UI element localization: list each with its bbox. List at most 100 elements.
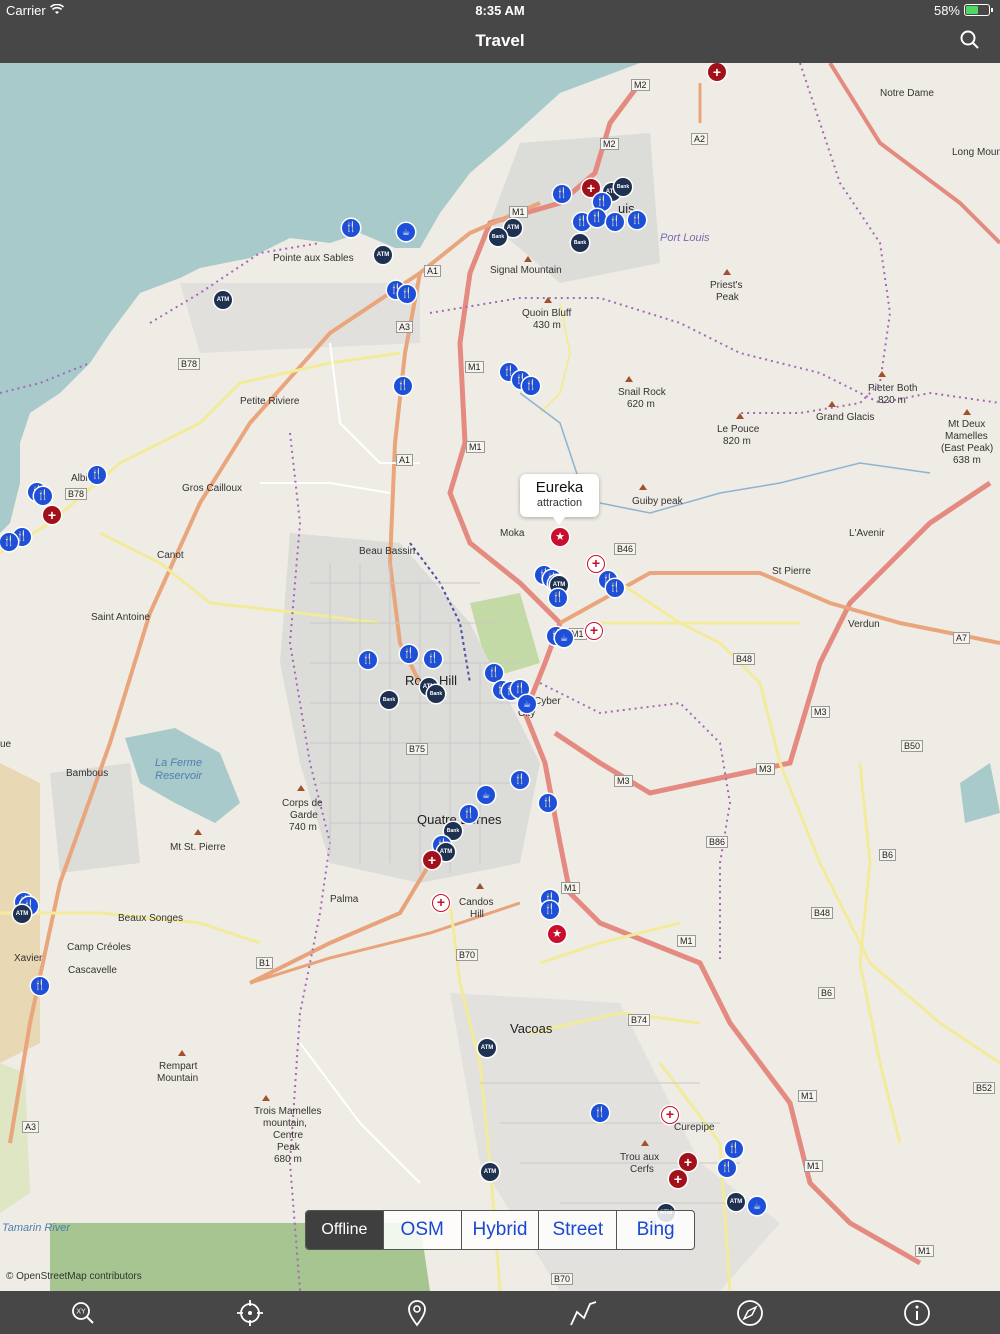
restaurant-poi-icon[interactable]: 🍴 xyxy=(541,901,559,919)
locate-me-icon[interactable] xyxy=(235,1298,265,1328)
cafe-poi-icon[interactable]: ☕ xyxy=(477,786,495,804)
restaurant-poi-icon[interactable]: 🍴 xyxy=(511,771,529,789)
restaurant-poi-icon[interactable]: 🍴 xyxy=(606,213,624,231)
peak-icon xyxy=(262,1095,270,1101)
info-icon[interactable] xyxy=(902,1298,932,1328)
clinic-poi-icon[interactable]: + xyxy=(585,622,603,640)
app-root: Carrier 8:35 AM 58% Travel Notre Dame Lo… xyxy=(0,0,1000,1334)
restaurant-poi-icon[interactable]: 🍴 xyxy=(359,651,377,669)
road-shield: B78 xyxy=(178,358,201,370)
hospital-poi-icon[interactable]: + xyxy=(708,63,726,81)
restaurant-poi-icon[interactable]: 🍴 xyxy=(591,1104,609,1122)
place-label-verdun: Verdun xyxy=(848,619,880,630)
atm-poi-icon[interactable]: ATM xyxy=(478,1039,496,1057)
place-label-curepipe: Curepipe xyxy=(674,1122,715,1133)
callout-subtitle: attraction xyxy=(536,497,583,509)
attraction-poi-icon[interactable]: ★ xyxy=(551,528,569,546)
road-shield: B6 xyxy=(879,849,897,861)
road-shield: M1 xyxy=(466,441,485,453)
place-label-trois-mamelles-3: Centre xyxy=(273,1130,304,1141)
restaurant-poi-icon[interactable]: 🍴 xyxy=(88,466,106,484)
map-source-street[interactable]: Street xyxy=(538,1211,616,1249)
restaurant-poi-icon[interactable]: 🍴 xyxy=(588,209,606,227)
search-icon[interactable] xyxy=(958,28,982,52)
cafe-poi-icon[interactable]: ☕ xyxy=(397,223,415,241)
atm-poi-icon[interactable]: ATM xyxy=(481,1163,499,1181)
atm-poi-icon[interactable]: ATM xyxy=(13,905,31,923)
place-label-ue: ue xyxy=(0,739,12,750)
cafe-poi-icon[interactable]: ☕ xyxy=(748,1197,766,1215)
restaurant-poi-icon[interactable]: 🍴 xyxy=(394,377,412,395)
place-label-rempart: Rempart xyxy=(159,1061,198,1072)
clinic-poi-icon[interactable]: + xyxy=(587,555,605,573)
peak-icon xyxy=(723,269,731,275)
road-shield: B46 xyxy=(614,543,637,555)
restaurant-poi-icon[interactable]: 🍴 xyxy=(400,645,418,663)
atm-poi-icon[interactable]: ATM xyxy=(214,291,232,309)
road-shield: B1 xyxy=(256,957,274,969)
restaurant-poi-icon[interactable]: 🍴 xyxy=(342,219,360,237)
place-label-pieter-both: Pieter Both xyxy=(868,383,918,394)
map-source-bing[interactable]: Bing xyxy=(616,1211,694,1249)
restaurant-poi-icon[interactable]: 🍴 xyxy=(539,794,557,812)
poi-callout[interactable]: Eureka attraction xyxy=(520,474,599,525)
road-shield: B78 xyxy=(65,488,88,500)
place-label-signal-mountain: Signal Mountain xyxy=(490,265,562,276)
clinic-poi-icon[interactable]: + xyxy=(661,1106,679,1124)
bank-poi-icon[interactable]: Bank xyxy=(427,685,445,703)
place-label-petite-riviere: Petite Riviere xyxy=(240,396,300,407)
road-shield: B74 xyxy=(628,1014,651,1026)
hospital-poi-icon[interactable]: + xyxy=(423,851,441,869)
restaurant-poi-icon[interactable]: 🍴 xyxy=(424,650,442,668)
hospital-poi-icon[interactable]: + xyxy=(43,506,61,524)
place-label-canot: Canot xyxy=(157,550,184,561)
bank-poi-icon[interactable]: Bank xyxy=(380,691,398,709)
restaurant-poi-icon[interactable]: 🍴 xyxy=(34,487,52,505)
restaurant-poi-icon[interactable]: 🍴 xyxy=(31,977,49,995)
peak-icon xyxy=(639,484,647,490)
restaurant-poi-icon[interactable]: 🍴 xyxy=(628,211,646,229)
route-icon[interactable] xyxy=(568,1298,598,1328)
road-shield: M2 xyxy=(631,79,650,91)
atm-poi-icon[interactable]: ATM xyxy=(374,246,392,264)
bank-poi-icon[interactable]: Bank xyxy=(571,234,589,252)
restaurant-poi-icon[interactable]: 🍴 xyxy=(725,1140,743,1158)
atm-poi-icon[interactable]: ATM xyxy=(727,1193,745,1211)
road-shield: A7 xyxy=(953,632,971,644)
restaurant-poi-icon[interactable]: 🍴 xyxy=(549,589,567,607)
place-label-la-ferme-2: Reservoir xyxy=(155,770,203,782)
bank-poi-icon[interactable]: Bank xyxy=(614,178,632,196)
restaurant-poi-icon[interactable]: 🍴 xyxy=(0,533,18,551)
place-label-xavier: Xavier xyxy=(14,953,43,964)
place-label-mt-deux-3: (East Peak) xyxy=(941,443,994,454)
restaurant-poi-icon[interactable]: 🍴 xyxy=(398,285,416,303)
place-label-moka: Moka xyxy=(500,528,525,539)
map-source-offline[interactable]: Offline xyxy=(306,1211,383,1249)
cafe-poi-icon[interactable]: ☕ xyxy=(518,695,536,713)
place-label-candos-hill-2: Hill xyxy=(470,909,484,920)
attraction-poi-icon[interactable]: ★ xyxy=(548,925,566,943)
place-label-priests-peak: Priest's xyxy=(710,280,743,291)
clinic-poi-icon[interactable]: + xyxy=(432,894,450,912)
compass-icon[interactable] xyxy=(735,1298,765,1328)
peak-icon xyxy=(476,883,484,889)
coordinate-search-icon[interactable]: XY xyxy=(68,1298,98,1328)
map-source-hybrid[interactable]: Hybrid xyxy=(460,1211,539,1249)
road-shield: B48 xyxy=(811,907,834,919)
map-view[interactable]: Notre Dame Long Moun Port Louis uis Pointe a… xyxy=(0,63,1000,1291)
restaurant-poi-icon[interactable]: 🍴 xyxy=(522,377,540,395)
cafe-poi-icon[interactable]: ☕ xyxy=(555,629,573,647)
bank-poi-icon[interactable]: Bank xyxy=(489,228,507,246)
battery-fill xyxy=(966,6,979,14)
restaurant-poi-icon[interactable]: 🍴 xyxy=(553,185,571,203)
restaurant-poi-icon[interactable]: 🍴 xyxy=(460,805,478,823)
restaurant-poi-icon[interactable]: 🍴 xyxy=(485,664,503,682)
hospital-poi-icon[interactable]: + xyxy=(679,1153,697,1171)
hospital-poi-icon[interactable]: + xyxy=(669,1170,687,1188)
place-marker-icon[interactable] xyxy=(402,1298,432,1328)
restaurant-poi-icon[interactable]: 🍴 xyxy=(718,1159,736,1177)
map-source-selector: Offline OSM Hybrid Street Bing xyxy=(305,1210,695,1250)
place-label-beaux-songes: Beaux Songes xyxy=(118,913,184,924)
map-source-osm[interactable]: OSM xyxy=(382,1211,461,1249)
restaurant-poi-icon[interactable]: 🍴 xyxy=(606,579,624,597)
